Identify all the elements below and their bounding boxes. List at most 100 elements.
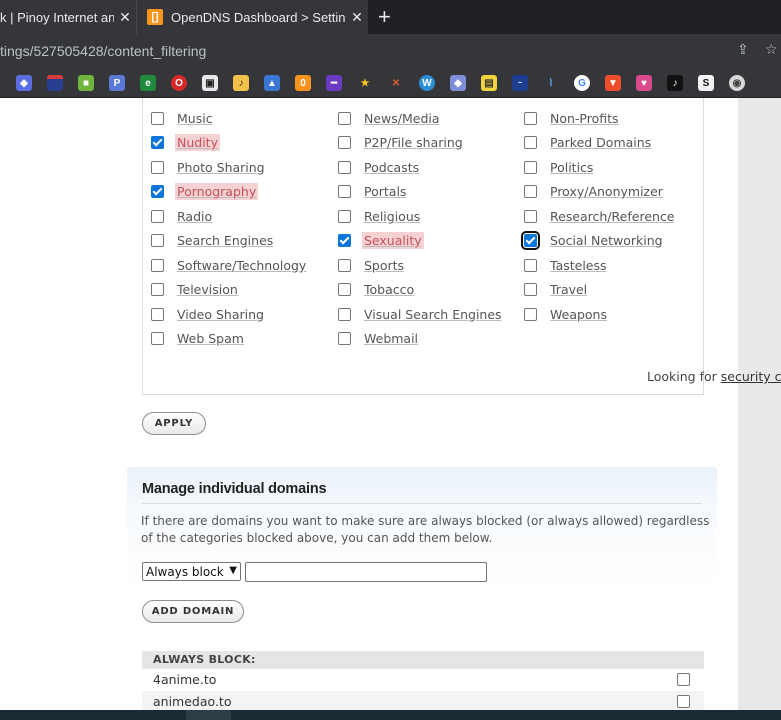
- apply-button[interactable]: APPLY: [142, 412, 206, 435]
- category-checkbox[interactable]: [524, 136, 537, 149]
- close-tab-icon[interactable]: ✕: [114, 9, 136, 26]
- category-checkbox[interactable]: [524, 209, 537, 223]
- weather-icon[interactable]: ~: [512, 75, 528, 91]
- category-checkbox[interactable]: [151, 209, 164, 223]
- category-radio[interactable]: Radio: [151, 206, 214, 226]
- category-checkbox[interactable]: [338, 258, 351, 272]
- category-label[interactable]: Podcasts: [362, 159, 421, 176]
- category-label[interactable]: Parked Domains: [548, 134, 653, 151]
- category-social-networking[interactable]: Social Networking: [521, 231, 665, 251]
- tiktok-icon[interactable]: ♪: [667, 75, 683, 91]
- category-checkbox[interactable]: [524, 185, 537, 198]
- category-sexuality[interactable]: Sexuality: [338, 231, 424, 251]
- category-label[interactable]: Social Networking: [548, 232, 665, 249]
- music-icon[interactable]: ♪: [233, 75, 249, 91]
- category-label[interactable]: Photo Sharing: [175, 159, 267, 176]
- category-checkbox[interactable]: [524, 160, 537, 174]
- category-label[interactable]: Video Sharing: [175, 306, 266, 323]
- category-non-profits[interactable]: Non-Profits: [524, 108, 621, 128]
- category-travel[interactable]: Travel: [524, 280, 589, 300]
- category-label[interactable]: Travel: [548, 281, 589, 298]
- category-checkbox[interactable]: [338, 283, 351, 296]
- category-tobacco[interactable]: Tobacco: [338, 280, 416, 300]
- category-label[interactable]: Nudity: [175, 134, 220, 151]
- category-label[interactable]: Web Spam: [175, 330, 246, 347]
- category-music[interactable]: Music: [151, 108, 215, 128]
- category-checkbox[interactable]: [338, 307, 351, 321]
- new-tab-icon[interactable]: +: [378, 4, 391, 30]
- tab-pinoy-internet[interactable]: k | Pinoy Internet an ✕: [0, 0, 136, 34]
- tab-opendns-dashboard[interactable]: [] OpenDNS Dashboard > Settings ✕: [136, 0, 368, 34]
- taskbar-item[interactable]: [186, 710, 231, 720]
- block-mode-select[interactable]: Always block ▼: [142, 562, 241, 581]
- category-checkbox[interactable]: [524, 111, 537, 125]
- category-label[interactable]: Music: [175, 110, 215, 127]
- category-label[interactable]: Radio: [175, 208, 214, 225]
- category-label[interactable]: Portals: [362, 183, 408, 200]
- drive-icon[interactable]: ▲: [264, 75, 280, 91]
- category-tasteless[interactable]: Tasteless: [524, 255, 609, 275]
- category-label[interactable]: Weapons: [548, 306, 609, 323]
- s-icon[interactable]: S: [698, 75, 714, 91]
- category-sports[interactable]: Sports: [338, 255, 406, 275]
- category-checkbox[interactable]: [151, 258, 164, 272]
- category-label[interactable]: Research/Reference: [548, 208, 677, 225]
- category-label[interactable]: Sexuality: [362, 232, 424, 249]
- category-nudity[interactable]: Nudity: [151, 133, 220, 153]
- category-research-reference[interactable]: Research/Reference: [524, 206, 677, 226]
- category-checkbox[interactable]: [338, 185, 351, 198]
- security-categories-link[interactable]: security categories: [721, 369, 781, 384]
- category-checkbox[interactable]: [151, 136, 164, 149]
- category-label[interactable]: Television: [175, 281, 240, 298]
- category-religious[interactable]: Religious: [338, 206, 422, 226]
- star-icon[interactable]: ★: [357, 75, 373, 91]
- globe-icon[interactable]: ◉: [729, 75, 745, 91]
- category-label[interactable]: Proxy/Anonymizer: [548, 183, 665, 200]
- category-p2p-file-sharing[interactable]: P2P/File sharing: [338, 133, 465, 153]
- category-webmail[interactable]: Webmail: [338, 329, 420, 349]
- category-checkbox[interactable]: [524, 307, 537, 321]
- category-checkbox[interactable]: [151, 160, 164, 174]
- category-checkbox[interactable]: [338, 234, 351, 247]
- category-checkbox[interactable]: [151, 283, 164, 296]
- category-checkbox[interactable]: [151, 185, 164, 198]
- category-label[interactable]: Religious: [362, 208, 422, 225]
- bag-icon[interactable]: ▼: [605, 75, 621, 91]
- domain-input[interactable]: [245, 562, 487, 582]
- domain-checkbox[interactable]: [677, 695, 690, 708]
- category-weapons[interactable]: Weapons: [524, 304, 609, 324]
- add-domain-button[interactable]: ADD DOMAIN: [142, 600, 244, 623]
- category-checkbox[interactable]: [151, 111, 164, 125]
- opera-icon[interactable]: O: [171, 75, 187, 91]
- category-news-media[interactable]: News/Media: [338, 108, 442, 128]
- url-text[interactable]: tings/527505428/content_filtering: [0, 43, 206, 59]
- bookmark-star-icon[interactable]: ☆: [765, 42, 778, 58]
- yellow-icon[interactable]: ▤: [481, 75, 497, 91]
- category-label[interactable]: Pornography: [175, 183, 259, 200]
- blade-icon[interactable]: ✕: [388, 75, 404, 91]
- category-checkbox[interactable]: [151, 307, 164, 321]
- leaf-icon[interactable]: e: [140, 75, 156, 91]
- category-checkbox[interactable]: [151, 234, 164, 247]
- category-label[interactable]: Webmail: [362, 330, 420, 347]
- category-label[interactable]: Software/Technology: [175, 257, 308, 274]
- close-tab-icon[interactable]: ✕: [346, 9, 368, 26]
- category-pornography[interactable]: Pornography: [151, 182, 259, 202]
- category-checkbox[interactable]: [338, 136, 351, 149]
- category-label[interactable]: Search Engines: [175, 232, 275, 249]
- category-politics[interactable]: Politics: [524, 157, 595, 177]
- category-label[interactable]: Tobacco: [362, 281, 416, 298]
- category-photo-sharing[interactable]: Photo Sharing: [151, 157, 267, 177]
- opendns-icon[interactable]: 0: [295, 75, 311, 91]
- category-label[interactable]: Non-Profits: [548, 110, 621, 127]
- screen-icon[interactable]: ▣: [202, 75, 218, 91]
- category-proxy-anonymizer[interactable]: Proxy/Anonymizer: [524, 182, 665, 202]
- category-label[interactable]: P2P/File sharing: [362, 134, 465, 151]
- domain-checkbox[interactable]: [677, 673, 690, 686]
- category-parked-domains[interactable]: Parked Domains: [524, 133, 653, 153]
- category-checkbox[interactable]: [338, 209, 351, 223]
- category-software-technology[interactable]: Software/Technology: [151, 255, 308, 275]
- category-checkbox[interactable]: [151, 332, 164, 345]
- category-television[interactable]: Television: [151, 280, 240, 300]
- category-visual-search-engines[interactable]: Visual Search Engines: [338, 304, 504, 324]
